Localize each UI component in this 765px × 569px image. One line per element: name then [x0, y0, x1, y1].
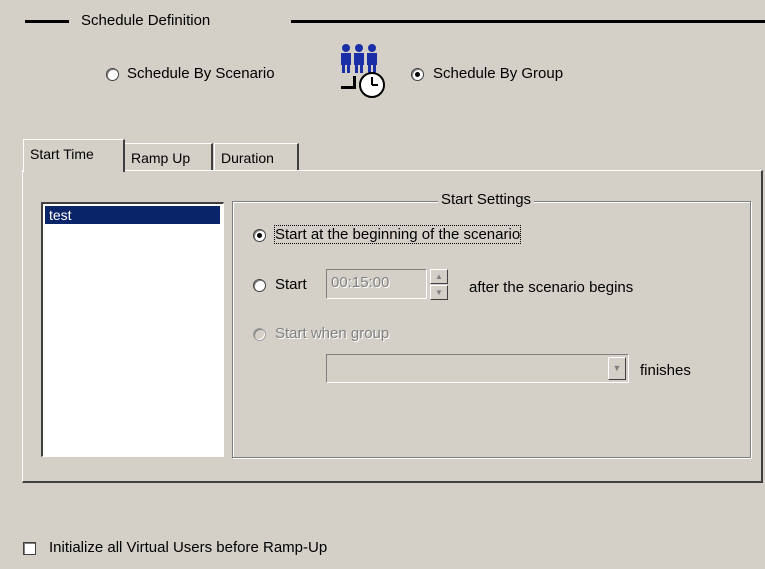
start-at-beginning-radio[interactable] — [253, 229, 266, 242]
start-when-group-radio[interactable] — [253, 328, 266, 341]
after-scenario-label: after the scenario begins — [469, 279, 634, 296]
start-after-label[interactable]: Start — [275, 276, 307, 293]
start-after-time-input[interactable]: 00:15:00 — [326, 269, 427, 299]
header-line-right — [291, 20, 765, 23]
start-when-group-label[interactable]: Start when group — [275, 325, 389, 342]
schedule-definition-title: Schedule Definition — [81, 12, 211, 29]
tab-duration[interactable]: Duration — [214, 143, 299, 171]
schedule-by-group-radio[interactable] — [411, 68, 424, 81]
chevron-down-icon[interactable]: ▼ — [608, 357, 626, 380]
start-at-beginning-label[interactable]: Start at the beginning of the scenario — [273, 225, 522, 244]
group-list-item[interactable]: test — [45, 206, 220, 224]
header-line-left — [25, 20, 69, 23]
start-settings-title: Start Settings — [438, 191, 535, 208]
schedule-by-scenario-radio[interactable] — [106, 68, 119, 81]
tab-ramp-up[interactable]: Ramp Up — [124, 143, 213, 171]
initialize-vusers-label[interactable]: Initialize all Virtual Users before Ramp… — [49, 539, 327, 556]
tab-start-time-label: Start Time — [30, 146, 94, 162]
spin-up-icon[interactable]: ▲ — [430, 269, 448, 284]
group-listbox[interactable]: test — [41, 202, 224, 457]
schedule-by-group-label[interactable]: Schedule By Group — [433, 65, 563, 82]
start-after-radio[interactable] — [253, 279, 266, 292]
time-spinner[interactable]: ▲ ▼ — [430, 269, 448, 300]
tab-start-time[interactable]: Start Time — [23, 139, 125, 172]
schedule-by-scenario-label[interactable]: Schedule By Scenario — [127, 65, 275, 82]
tab-duration-label: Duration — [221, 150, 274, 166]
finishing-group-select[interactable]: ▼ — [326, 354, 629, 383]
initialize-vusers-checkbox[interactable] — [23, 542, 36, 555]
tab-ramp-up-label: Ramp Up — [131, 150, 191, 166]
group-schedule-icon — [341, 44, 385, 98]
finishes-label: finishes — [640, 362, 691, 379]
spin-down-icon[interactable]: ▼ — [430, 285, 448, 300]
